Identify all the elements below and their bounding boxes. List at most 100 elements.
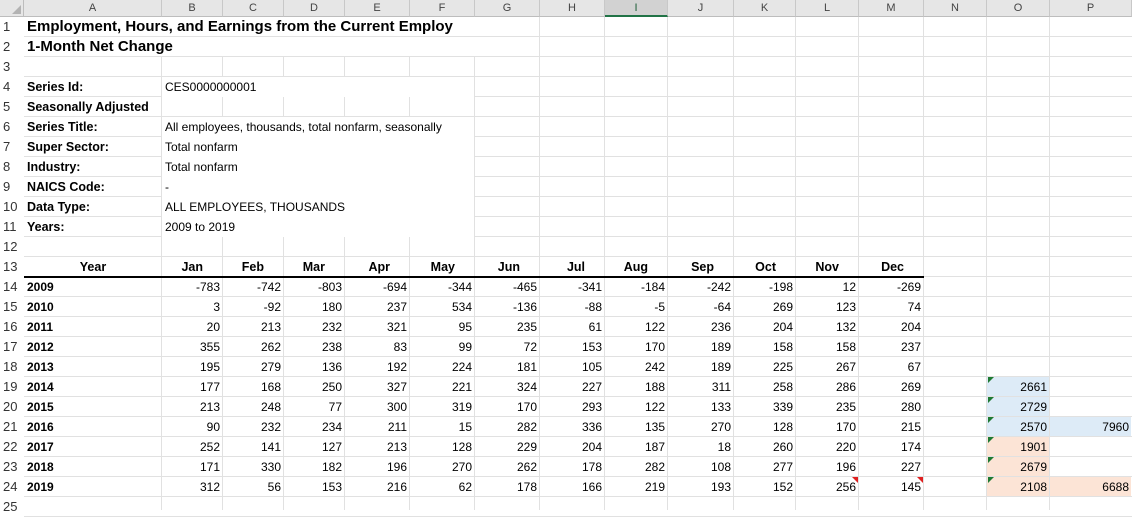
data-cell[interactable]: 177: [162, 377, 223, 397]
column-header-f[interactable]: F: [410, 0, 475, 17]
data-cell[interactable]: 242: [605, 357, 668, 377]
data-cell[interactable]: 311: [668, 377, 734, 397]
data-cell[interactable]: 170: [605, 337, 668, 357]
row-header-15[interactable]: 15: [0, 297, 24, 317]
data-cell[interactable]: 238: [284, 337, 345, 357]
year-cell[interactable]: 2010: [24, 297, 162, 317]
data-cell[interactable]: 213: [162, 397, 223, 417]
data-cell[interactable]: 213: [345, 437, 410, 457]
meta-value[interactable]: -: [162, 177, 474, 197]
data-cell[interactable]: 235: [796, 397, 859, 417]
data-cell[interactable]: -803: [284, 277, 345, 297]
year-cell[interactable]: 2012: [24, 337, 162, 357]
row-header-18[interactable]: 18: [0, 357, 24, 377]
data-cell[interactable]: 324: [475, 377, 540, 397]
row-header-1[interactable]: 1: [0, 17, 24, 37]
row-header-6[interactable]: 6: [0, 117, 24, 137]
row-header-12[interactable]: 12: [0, 237, 24, 257]
data-cell[interactable]: 534: [410, 297, 475, 317]
summary-cell[interactable]: 6688: [1050, 477, 1132, 497]
data-cell[interactable]: 232: [284, 317, 345, 337]
data-cell[interactable]: -694: [345, 277, 410, 297]
year-cell[interactable]: 2011: [24, 317, 162, 337]
data-cell[interactable]: -88: [540, 297, 605, 317]
year-cell[interactable]: 2019: [24, 477, 162, 497]
year-cell[interactable]: 2016: [24, 417, 162, 437]
data-cell[interactable]: -742: [223, 277, 284, 297]
data-cell[interactable]: 196: [345, 457, 410, 477]
data-cell[interactable]: 269: [859, 377, 924, 397]
column-header-p[interactable]: P: [1050, 0, 1132, 17]
table-header[interactable]: Oct: [734, 257, 796, 277]
data-cell[interactable]: 336: [540, 417, 605, 437]
data-cell[interactable]: 250: [284, 377, 345, 397]
data-cell[interactable]: 258: [734, 377, 796, 397]
data-cell[interactable]: 77: [284, 397, 345, 417]
data-cell[interactable]: 213: [223, 317, 284, 337]
meta-label[interactable]: Industry:: [24, 157, 162, 177]
data-cell[interactable]: 188: [605, 377, 668, 397]
row-header-11[interactable]: 11: [0, 217, 24, 237]
column-header-e[interactable]: E: [345, 0, 410, 17]
column-header-m[interactable]: M: [859, 0, 924, 17]
data-cell[interactable]: 128: [410, 437, 475, 457]
data-cell[interactable]: 237: [345, 297, 410, 317]
row-header-13[interactable]: 13: [0, 257, 24, 277]
column-header-i[interactable]: I: [605, 0, 668, 17]
data-cell[interactable]: 330: [223, 457, 284, 477]
row-header-2[interactable]: 2: [0, 37, 24, 57]
data-cell[interactable]: 181: [475, 357, 540, 377]
data-cell[interactable]: 136: [284, 357, 345, 377]
data-cell[interactable]: 262: [223, 337, 284, 357]
data-cell[interactable]: 145: [859, 477, 924, 497]
data-cell[interactable]: 20: [162, 317, 223, 337]
data-cell[interactable]: -341: [540, 277, 605, 297]
row-header-7[interactable]: 7: [0, 137, 24, 157]
column-header-l[interactable]: L: [796, 0, 859, 17]
data-cell[interactable]: 196: [796, 457, 859, 477]
row-header-19[interactable]: 19: [0, 377, 24, 397]
data-cell[interactable]: 132: [796, 317, 859, 337]
table-header[interactable]: Sep: [668, 257, 734, 277]
data-cell[interactable]: 195: [162, 357, 223, 377]
select-all-corner[interactable]: [0, 0, 24, 17]
meta-value[interactable]: All employees, thousands, total nonfarm,…: [162, 117, 474, 137]
year-cell[interactable]: 2018: [24, 457, 162, 477]
meta-value[interactable]: CES0000000001: [162, 77, 474, 97]
row-header-5[interactable]: 5: [0, 97, 24, 117]
meta-value[interactable]: ALL EMPLOYEES, THOUSANDS: [162, 197, 474, 217]
data-cell[interactable]: 267: [796, 357, 859, 377]
data-cell[interactable]: 170: [796, 417, 859, 437]
data-cell[interactable]: 248: [223, 397, 284, 417]
data-cell[interactable]: 74: [859, 297, 924, 317]
data-cell[interactable]: -242: [668, 277, 734, 297]
data-cell[interactable]: 3: [162, 297, 223, 317]
table-header[interactable]: Nov: [796, 257, 859, 277]
data-cell[interactable]: 269: [734, 297, 796, 317]
data-cell[interactable]: 319: [410, 397, 475, 417]
column-header-h[interactable]: H: [540, 0, 605, 17]
data-cell[interactable]: 189: [668, 357, 734, 377]
summary-cell[interactable]: 7960: [1050, 417, 1132, 437]
data-cell[interactable]: 252: [162, 437, 223, 457]
year-cell[interactable]: 2014: [24, 377, 162, 397]
data-cell[interactable]: 166: [540, 477, 605, 497]
column-header-o[interactable]: O: [987, 0, 1050, 17]
data-cell[interactable]: 256: [796, 477, 859, 497]
data-cell[interactable]: 277: [734, 457, 796, 477]
data-cell[interactable]: -198: [734, 277, 796, 297]
row-header-3[interactable]: 3: [0, 57, 24, 77]
data-cell[interactable]: 192: [345, 357, 410, 377]
data-cell[interactable]: 141: [223, 437, 284, 457]
sheet-title[interactable]: Employment, Hours, and Earnings from the…: [24, 17, 539, 37]
year-cell[interactable]: 2013: [24, 357, 162, 377]
table-header[interactable]: May: [410, 257, 475, 277]
table-header[interactable]: Aug: [605, 257, 668, 277]
meta-label[interactable]: Series Id:: [24, 77, 162, 97]
data-cell[interactable]: 227: [540, 377, 605, 397]
summary-cell[interactable]: 2661: [987, 377, 1050, 397]
data-cell[interactable]: 135: [605, 417, 668, 437]
data-cell[interactable]: 293: [540, 397, 605, 417]
meta-label[interactable]: NAICS Code:: [24, 177, 162, 197]
meta-label[interactable]: Super Sector:: [24, 137, 162, 157]
